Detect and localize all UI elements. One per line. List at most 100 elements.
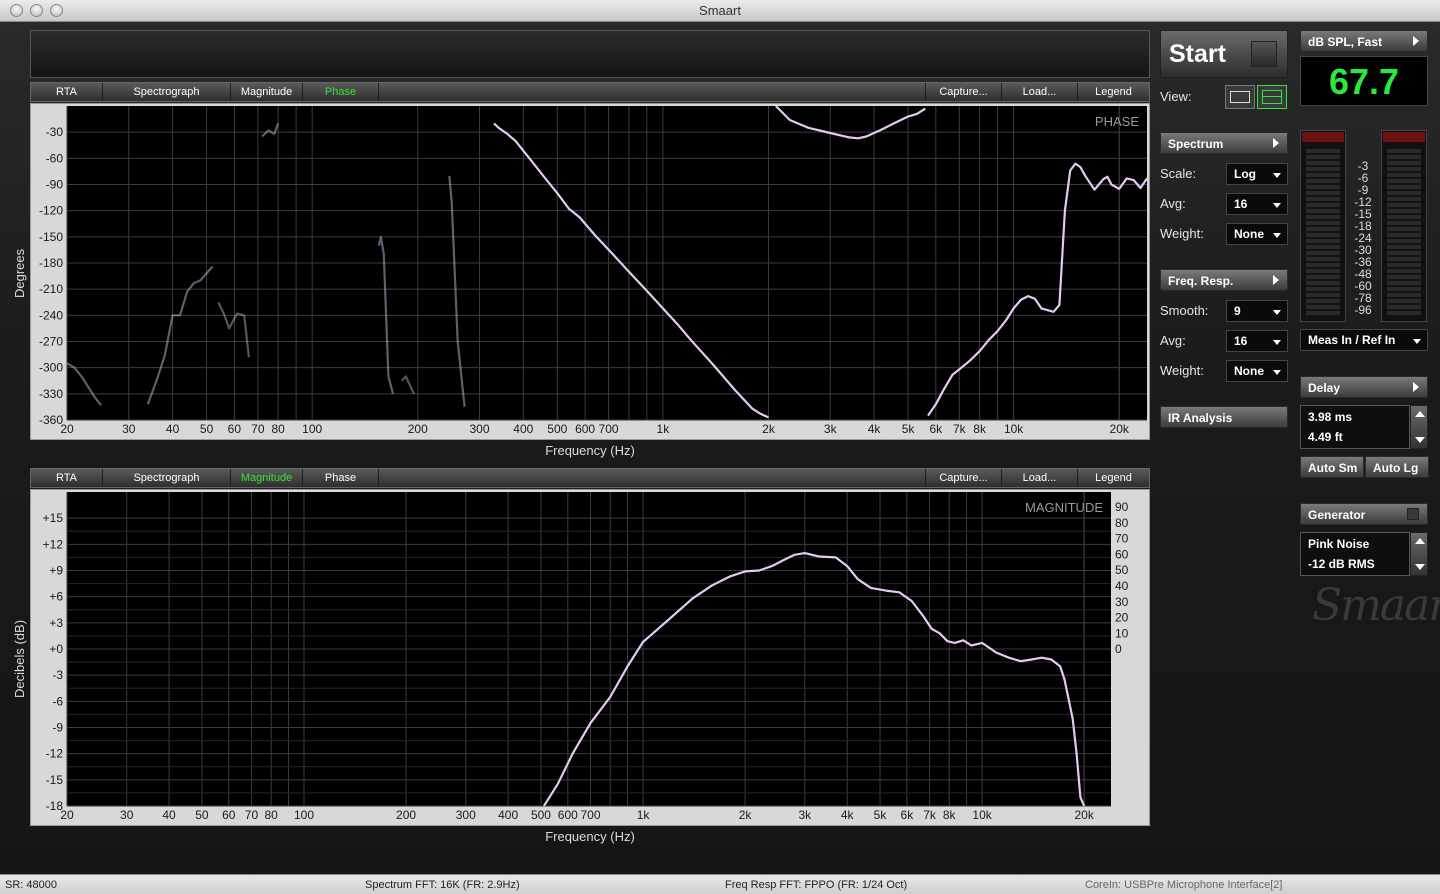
spectrum-weight-dropdown[interactable]: None: [1226, 223, 1288, 245]
scale-value: Log: [1234, 167, 1256, 181]
x-tick-label: 100: [294, 808, 314, 822]
load-button[interactable]: Load...: [1001, 83, 1077, 101]
y-tick-label: -60: [46, 151, 64, 165]
x-tick-label: 6k: [929, 422, 943, 436]
tab-spectrograph[interactable]: Spectrograph: [103, 83, 231, 101]
single-pane-icon: [1230, 91, 1250, 103]
y-tick-label: +6: [49, 590, 63, 604]
x-tick-label: 8k: [973, 422, 987, 436]
magnitude-chart[interactable]: 20 30 40 50 60 70 80 100 200 300 400 500 600 700 1k 2k 3…: [31, 490, 1149, 825]
chevron-down-icon: [1273, 173, 1281, 178]
auto-sm-button[interactable]: Auto Sm: [1300, 456, 1364, 478]
generator-toggle-icon[interactable]: [1407, 508, 1419, 520]
spectrum-avg-dropdown[interactable]: 16: [1226, 193, 1288, 215]
magnitude-xlabel: Frequency (Hz): [545, 829, 635, 844]
top-display-panel: [30, 30, 1150, 78]
delay-stepper[interactable]: [1410, 405, 1428, 449]
tab-rta-2[interactable]: RTA: [31, 469, 103, 487]
spectrum-weight-value: None: [1234, 227, 1264, 241]
smooth-dropdown[interactable]: 9: [1226, 300, 1288, 322]
tab-phase[interactable]: Phase: [303, 83, 379, 101]
capture-button[interactable]: Capture...: [925, 83, 1001, 101]
x-tick-label: 7k: [953, 422, 967, 436]
spl-mode-label: dB SPL, Fast: [1308, 35, 1383, 49]
view-single-button[interactable]: [1225, 85, 1255, 109]
tab-rta[interactable]: RTA: [31, 83, 103, 101]
tab-spectrograph-2[interactable]: Spectrograph: [103, 469, 231, 487]
x-tick-label: 8k: [943, 808, 957, 822]
dual-pane-icon: [1262, 90, 1282, 104]
spectrum-label: Spectrum: [1168, 137, 1224, 151]
x-tick-label: 40: [162, 808, 176, 822]
phase-chart[interactable]: 20 30 40 50 60 70 80 100 200 300 400 500 600 700 1k 2k 3…: [31, 104, 1149, 439]
chevron-down-icon: [1413, 339, 1421, 344]
y-tick-label: -30: [46, 125, 64, 139]
x-tick-label: 6k: [901, 808, 915, 822]
x-tick-label: 10k: [972, 808, 992, 822]
scale-dropdown[interactable]: Log: [1226, 163, 1288, 185]
x-tick-label: 4k: [868, 422, 882, 436]
arrow-down-icon: [1415, 437, 1425, 443]
load-button-2[interactable]: Load...: [1001, 469, 1077, 487]
chevron-right-icon: [1273, 138, 1279, 148]
generator-stepper[interactable]: [1410, 532, 1428, 576]
legend-button[interactable]: Legend: [1077, 83, 1149, 101]
y-tick-label: +12: [43, 537, 64, 551]
y-tick-label: -180: [39, 256, 63, 270]
x-tick-label: 4k: [841, 808, 855, 822]
x-tick-label: 80: [271, 422, 285, 436]
spectrum-avg-label: Avg:: [1160, 196, 1186, 211]
start-button[interactable]: Start: [1160, 30, 1288, 78]
x-tick-label: 300: [469, 422, 489, 436]
phase-chart-frame: 20 30 40 50 60 70 80 100 200 300 400 500 600 700 1k 2k 3…: [30, 103, 1150, 440]
x-tick-label: 20k: [1074, 808, 1094, 822]
delay-button[interactable]: Delay: [1300, 376, 1428, 398]
ir-analysis-button[interactable]: IR Analysis: [1160, 406, 1288, 428]
tab-magnitude[interactable]: Magnitude: [231, 83, 303, 101]
x-tick-label: 30: [120, 808, 134, 822]
phase-ylabel: Degrees: [12, 248, 27, 298]
x-tick-label: 70: [251, 422, 265, 436]
y2-tick-label: 80: [1115, 516, 1129, 530]
spl-mode-button[interactable]: dB SPL, Fast: [1300, 30, 1428, 52]
x-tick-label: 10k: [1004, 422, 1024, 436]
freq-resp-button[interactable]: Freq. Resp.: [1160, 269, 1288, 291]
x-tick-label: 500: [547, 422, 567, 436]
capture-button-2[interactable]: Capture...: [925, 469, 1001, 487]
stop-square-icon: [1251, 41, 1277, 67]
auto-lg-button[interactable]: Auto Lg: [1365, 456, 1429, 478]
fr-avg-dropdown[interactable]: 16: [1226, 330, 1288, 352]
x-tick-label: 50: [200, 422, 214, 436]
peak-indicator-right: [1383, 132, 1425, 142]
fr-weight-dropdown[interactable]: None: [1226, 360, 1288, 382]
y-tick-label: -360: [39, 413, 63, 427]
generator-level: -12 dB RMS: [1308, 557, 1375, 571]
y2-tick-label: 20: [1115, 611, 1129, 625]
x-tick-label: 50: [195, 808, 209, 822]
y-tick-label: +15: [43, 511, 64, 525]
generator-button[interactable]: Generator: [1300, 503, 1428, 525]
input-select-dropdown[interactable]: Meas In / Ref In: [1300, 329, 1428, 351]
y2-tick-label: 90: [1115, 500, 1129, 514]
y-tick-label: -12: [46, 747, 64, 761]
tab-magnitude-2[interactable]: Magnitude: [231, 469, 303, 487]
x-tick-label: 60: [222, 808, 236, 822]
delay-ft-value: 4.49 ft: [1308, 430, 1343, 444]
x-tick-label: 3k: [824, 422, 838, 436]
x-tick-label: 20k: [1110, 422, 1130, 436]
x-tick-label: 400: [513, 422, 533, 436]
chevron-right-icon: [1413, 382, 1419, 392]
y-tick-label: -3: [52, 668, 63, 682]
title-bar: Smaart: [0, 0, 1440, 22]
chevron-down-icon: [1273, 233, 1281, 238]
view-dual-button[interactable]: [1257, 85, 1287, 109]
y-tick-label: -150: [39, 230, 63, 244]
magnitude-ylabel: Decibels (dB): [12, 619, 27, 698]
legend-button-2[interactable]: Legend: [1077, 469, 1149, 487]
x-tick-label: 200: [408, 422, 428, 436]
fr-weight-value: None: [1234, 364, 1264, 378]
y-tick-label: +3: [49, 616, 63, 630]
tab-phase-2[interactable]: Phase: [303, 469, 379, 487]
peak-indicator-left: [1302, 132, 1344, 142]
spectrum-button[interactable]: Spectrum: [1160, 132, 1288, 154]
